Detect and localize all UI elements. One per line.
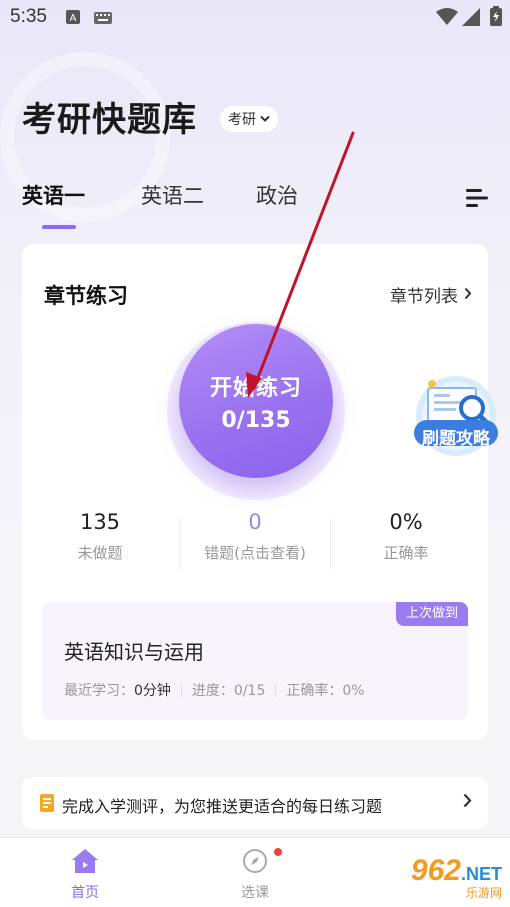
last-session-tag: 上次做到 — [395, 602, 468, 626]
session-progress: 进度：0/15 — [191, 683, 266, 699]
meta-divider — [180, 683, 182, 697]
meta-divider — [275, 683, 277, 697]
status-bar: 5:35 A — [0, 0, 510, 36]
nav-home[interactable]: 首页 — [45, 848, 125, 902]
stat-wrong-label: 错题(点击查看) — [204, 544, 306, 562]
home-icon — [71, 849, 99, 878]
practice-guide-badge[interactable]: 刷题攻略 — [410, 374, 502, 462]
tab-politics[interactable]: 政治 — [256, 180, 298, 210]
tab-english-1[interactable]: 英语一 — [22, 180, 85, 210]
bottom-navigation: 首页 选课 962.NET 乐游网 — [0, 837, 510, 907]
stat-unanswered-label: 未做题 — [77, 544, 123, 562]
card-title: 章节练习 — [44, 284, 128, 308]
nav-home-label: 首页 — [71, 885, 99, 901]
chapter-list-label: 章节列表 — [390, 287, 458, 307]
signal-icon — [462, 8, 480, 30]
status-time: 5:35 — [10, 6, 47, 27]
watermark-main: 962 — [410, 854, 461, 887]
compass-icon — [242, 849, 268, 878]
stat-accuracy-label: 正确率 — [383, 544, 429, 562]
tab-english-2[interactable]: 英语二 — [141, 180, 204, 210]
start-practice-label: 开始练习 — [209, 375, 302, 401]
menu-icon[interactable] — [466, 188, 490, 212]
assessment-banner[interactable]: 完成入学测评，为您推送更适合的每日练习题 — [22, 777, 488, 829]
keyboard-icon — [94, 9, 112, 28]
recent-study-label: 最近学习： — [64, 683, 134, 699]
nav-courses[interactable]: 选课 — [215, 848, 295, 902]
battery-icon — [490, 6, 502, 30]
stat-unanswered: 135 未做题 — [25, 510, 175, 563]
stat-wrong-answers[interactable]: 0 错题(点击查看) — [180, 510, 330, 563]
chapter-practice-card: 章节练习 章节列表 开始练习 0/135 刷题攻略 135 未做题 0 错题(点… — [22, 244, 498, 740]
active-tab-indicator — [42, 225, 76, 229]
accessibility-icon: A — [66, 9, 80, 28]
session-accuracy: 正确率：0% — [286, 683, 365, 699]
start-practice-button[interactable]: 开始练习 0/135 — [179, 324, 333, 478]
exam-selector-label: 考研 — [228, 112, 256, 128]
chevron-right-icon — [463, 793, 472, 812]
subject-tabs: 英语一 英语二 政治 — [0, 180, 510, 230]
practice-stats: 135 未做题 0 错题(点击查看) 0% 正确率 — [22, 510, 488, 580]
wifi-icon — [436, 8, 458, 30]
practice-guide-label: 刷题攻略 — [422, 429, 490, 449]
stat-accuracy: 0% 正确率 — [331, 510, 481, 563]
nav-courses-label: 选课 — [241, 885, 269, 901]
banner-text: 完成入学测评，为您推送更适合的每日练习题 — [62, 797, 383, 816]
recent-study-value: 0分钟 — [134, 683, 171, 699]
last-session-title: 英语知识与运用 — [64, 640, 204, 664]
site-watermark-logo: 962.NET 乐游网 — [411, 854, 502, 901]
svg-text:A: A — [70, 13, 77, 24]
chevron-right-icon — [464, 285, 472, 305]
last-session-meta: 最近学习： 0分钟 进度：0/15 正确率：0% — [64, 680, 365, 700]
stat-unanswered-value: 135 — [79, 510, 121, 534]
stat-accuracy-value: 0% — [389, 510, 423, 534]
exam-selector[interactable]: 考研 — [220, 106, 278, 132]
notification-dot — [274, 848, 282, 856]
app-title: 考研快题库 — [22, 100, 197, 140]
document-icon — [40, 794, 54, 816]
last-session-card[interactable]: 上次做到 英语知识与运用 最近学习： 0分钟 进度：0/15 正确率：0% — [42, 602, 468, 720]
stat-wrong-value: 0 — [248, 510, 262, 534]
chapter-list-link[interactable]: 章节列表 — [390, 282, 472, 307]
chevron-down-icon — [260, 111, 270, 127]
watermark-net: .NET — [460, 864, 502, 884]
start-practice-progress: 0/135 — [221, 407, 291, 433]
